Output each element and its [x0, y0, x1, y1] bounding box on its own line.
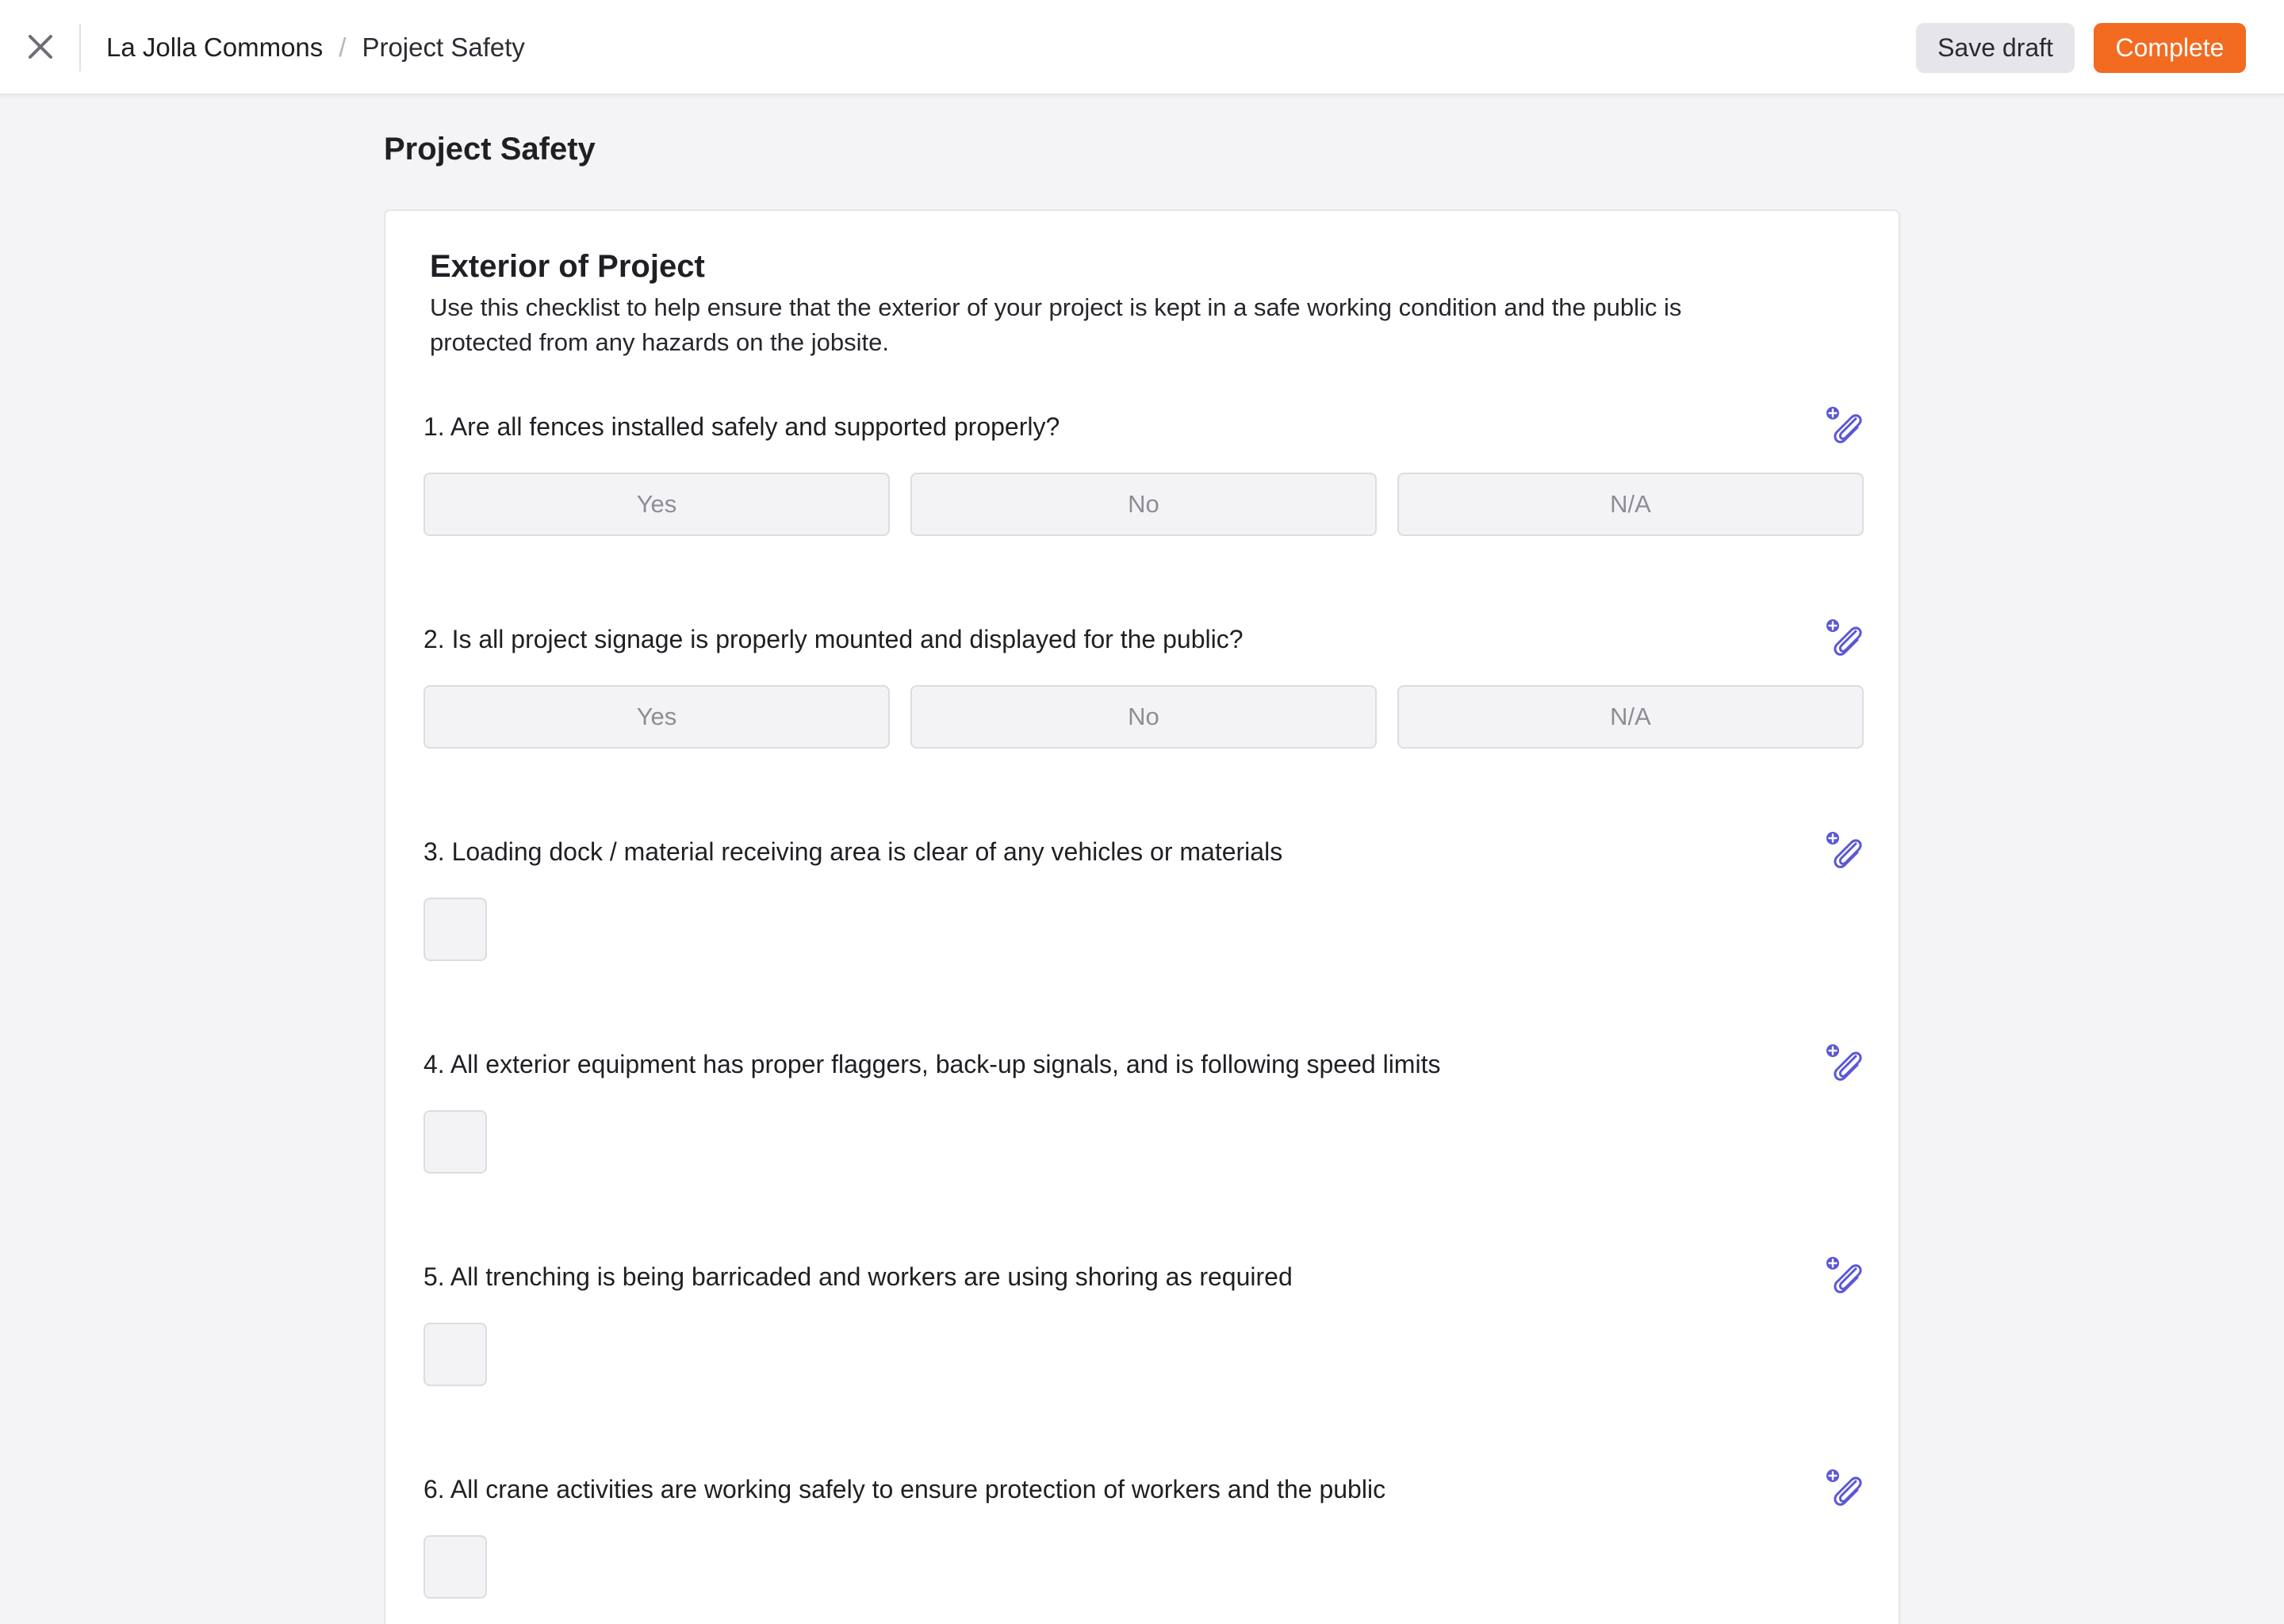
option-na[interactable]: N/A: [1397, 685, 1864, 749]
option-yes[interactable]: Yes: [423, 473, 890, 536]
attach-add-icon: [1826, 407, 1862, 443]
option-yes[interactable]: Yes: [423, 685, 890, 749]
question-item: 3. Loading dock / material receiving are…: [423, 832, 1864, 1045]
attach-button[interactable]: [1824, 1467, 1864, 1510]
attach-add-icon: [1826, 1044, 1862, 1081]
top-bar: La Jolla Commons / Project Safety Save d…: [0, 0, 2284, 95]
complete-button[interactable]: Complete: [2094, 23, 2246, 73]
question-item: 6. All crane activities are working safe…: [423, 1467, 1864, 1624]
answer-checkbox[interactable]: [423, 1110, 487, 1174]
question-item: 5. All trenching is being barricaded and…: [423, 1257, 1864, 1470]
header-divider: [79, 24, 81, 71]
attach-button[interactable]: [1824, 1042, 1864, 1085]
checklist-card: Exterior of Project Use this checklist t…: [384, 209, 1900, 1624]
option-na[interactable]: N/A: [1397, 473, 1864, 536]
question-item: 4. All exterior equipment has proper fla…: [423, 1042, 1864, 1258]
question-text: 3. Loading dock / material receiving are…: [423, 837, 1283, 866]
breadcrumb-current: Project Safety: [362, 33, 525, 62]
option-no[interactable]: No: [910, 685, 1377, 749]
answer-checkbox[interactable]: [423, 1535, 487, 1599]
attach-add-icon: [1826, 1469, 1862, 1506]
question-text: 2. Is all project signage is properly mo…: [423, 625, 1244, 653]
breadcrumb-project-link[interactable]: La Jolla Commons: [106, 33, 323, 63]
question-text: 6. All crane activities are working safe…: [423, 1475, 1386, 1503]
attach-button[interactable]: [1824, 1254, 1864, 1297]
attach-add-icon: [1826, 832, 1862, 868]
question-text: 1. Are all fences installed safely and s…: [423, 412, 1060, 441]
attach-button[interactable]: [1824, 617, 1864, 660]
question-text: 5. All trenching is being barricaded and…: [423, 1262, 1293, 1291]
question-item: 1. Are all fences installed safely and s…: [423, 407, 1864, 620]
attach-button[interactable]: [1824, 829, 1864, 872]
attach-add-icon: [1826, 1257, 1862, 1293]
answer-checkbox[interactable]: [423, 898, 487, 961]
answer-checkbox[interactable]: [423, 1323, 487, 1386]
attach-add-icon: [1826, 619, 1862, 656]
question-text: 4. All exterior equipment has proper fla…: [423, 1050, 1441, 1078]
page-title: Project Safety: [384, 132, 596, 167]
save-draft-button[interactable]: Save draft: [1916, 23, 2075, 73]
answer-options: Yes No N/A: [423, 685, 1864, 749]
section-title: Exterior of Project: [430, 249, 705, 284]
question-item: 2. Is all project signage is properly mo…: [423, 617, 1864, 833]
attach-button[interactable]: [1824, 404, 1864, 447]
option-no[interactable]: No: [910, 473, 1377, 536]
breadcrumb: La Jolla Commons / Project Safety: [106, 0, 525, 95]
close-icon: [29, 35, 52, 59]
breadcrumb-separator: /: [339, 33, 347, 62]
answer-options: Yes No N/A: [423, 473, 1864, 536]
section-description: Use this checklist to help ensure that t…: [430, 293, 1682, 356]
close-button[interactable]: [19, 25, 62, 68]
